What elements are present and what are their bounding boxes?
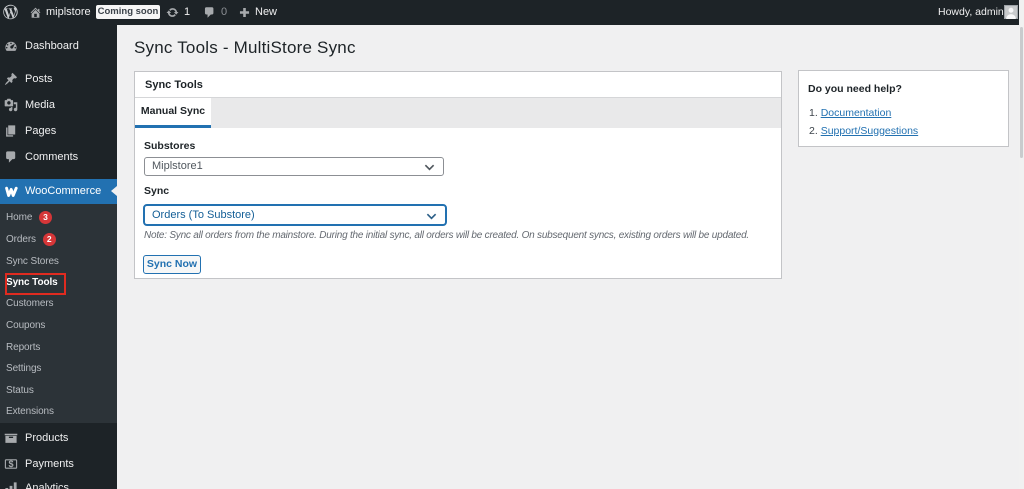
- svg-text:$: $: [8, 459, 13, 469]
